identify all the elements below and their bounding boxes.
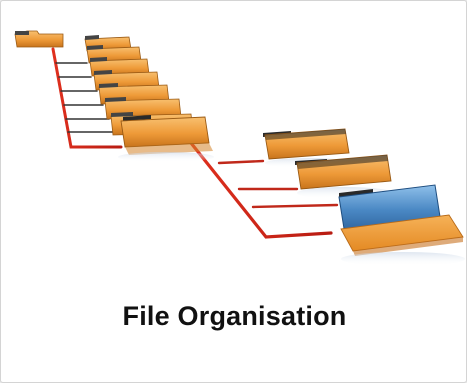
- open-folder-icon: [338, 184, 465, 266]
- folder-stack-group-1: [84, 35, 214, 162]
- folder-tree-illustration: [14, 30, 465, 266]
- file-organisation-card[interactable]: File Organisation: [0, 0, 467, 383]
- root-folder-icon: [14, 30, 64, 48]
- folder-icon: [120, 115, 213, 155]
- card-caption: File Organisation: [122, 301, 347, 331]
